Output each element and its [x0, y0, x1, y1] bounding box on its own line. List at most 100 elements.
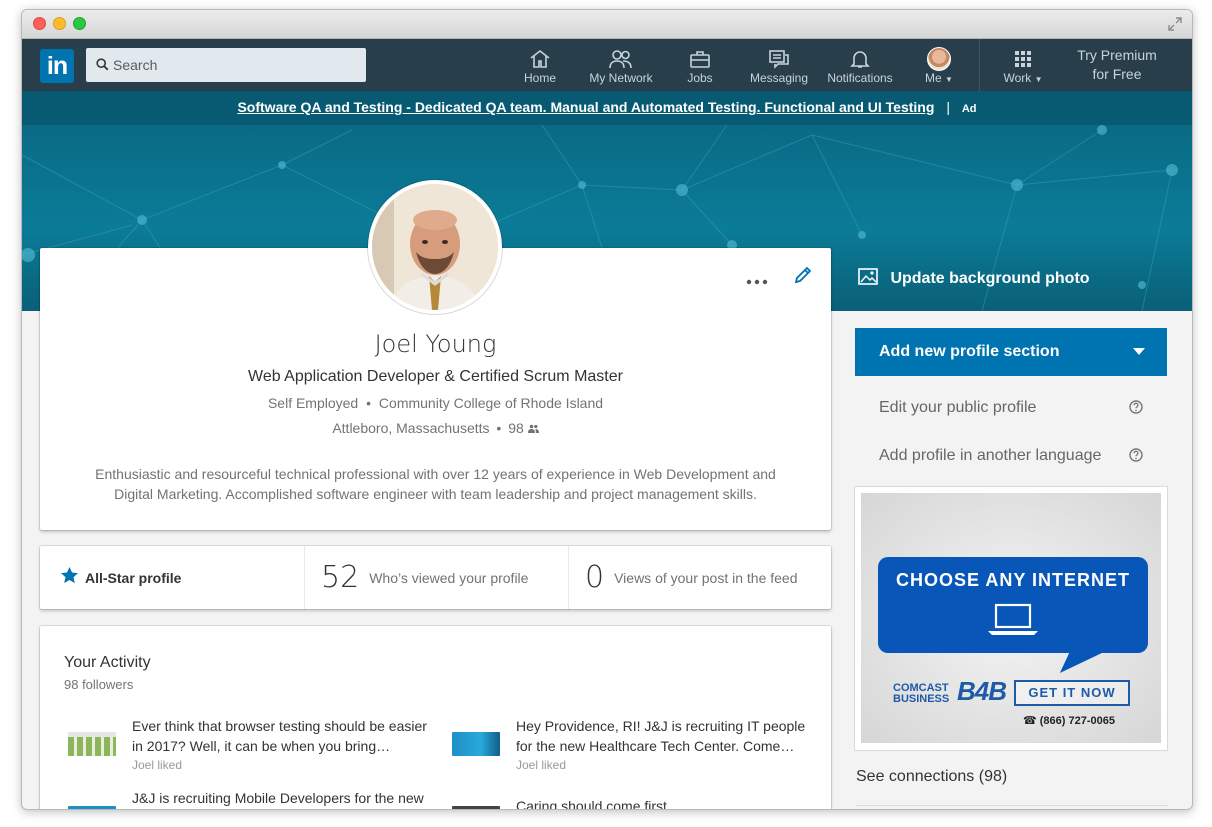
ad-speech-bubble: CHOOSE ANY INTERNET [878, 557, 1148, 653]
post-thumbnail [68, 732, 116, 756]
see-connections-link[interactable]: See connections (98) [856, 768, 1007, 786]
nav-home[interactable]: Home [510, 39, 570, 91]
chevron-down-icon: ▼ [1034, 75, 1043, 84]
caret-down-icon [1133, 348, 1145, 355]
ad-headline: CHOOSE ANY INTERNET [895, 570, 1131, 590]
search-input[interactable] [113, 48, 363, 82]
education-school[interactable]: Community College of Rhode Island [379, 395, 603, 411]
profile-summary[interactable]: Enthusiastic and resourceful technical p… [90, 464, 781, 504]
minimize-window-button[interactable] [53, 17, 66, 30]
nav-work-label: Work ▼ [1003, 71, 1043, 85]
ad-bubble-tail [1059, 651, 1107, 673]
add-profile-section-label: Add new profile section [879, 343, 1060, 360]
messaging-icon [768, 49, 790, 72]
post-text: Ever think that browser testing should b… [132, 718, 427, 754]
premium-line-1: Try Premium [1077, 47, 1157, 63]
profile-views-count: 52 [321, 560, 360, 595]
post-views-label: Views of your post in the feed [614, 569, 798, 586]
activity-post[interactable]: Hey Providence, RI! J&J is recruiting IT… [452, 716, 805, 776]
image-icon [858, 268, 878, 290]
briefcase-icon [689, 49, 711, 72]
post-thumbnail [68, 806, 116, 809]
help-icon[interactable] [1129, 400, 1143, 419]
profile-stats-card: All-Star profile 52 Who’s viewed your pr… [40, 546, 831, 609]
profile-headline: Web Application Developer & Certified Sc… [248, 368, 623, 385]
connections-count[interactable]: 98 [508, 420, 524, 436]
profile-photo-image [372, 184, 498, 310]
profile-views-label: Who’s viewed your profile [369, 569, 529, 586]
update-background-photo-button[interactable]: Update background photo [858, 268, 1090, 290]
post-meta: Joel liked [132, 758, 183, 772]
post-text: Hey Providence, RI! J&J is recruiting IT… [516, 718, 806, 754]
all-star-label: All-Star profile [85, 569, 182, 586]
search-box[interactable] [86, 48, 366, 82]
profile-views-stat[interactable]: 52 Who’s viewed your profile [304, 546, 568, 609]
help-icon[interactable] [1129, 448, 1143, 467]
chevron-down-icon: ▼ [945, 75, 953, 84]
network-icon [609, 49, 633, 72]
nav-home-label: Home [523, 71, 556, 85]
all-star-profile[interactable]: All-Star profile [40, 546, 304, 609]
profile-photo[interactable] [368, 180, 502, 314]
bullet-separator: • [366, 395, 372, 411]
post-text: Caring should come first [516, 798, 667, 810]
ad-strip-link[interactable]: Software QA and Testing - Dedicated QA t… [237, 99, 934, 115]
ad-creative: CHOOSE ANY INTERNET COMCAST BUSINESS B4B… [861, 493, 1161, 743]
home-icon [529, 49, 551, 72]
post-views-stat[interactable]: 0 Views of your post in the feed [568, 546, 831, 609]
edit-public-profile-link[interactable]: Edit your public profile [879, 399, 1149, 417]
activity-post[interactable]: Ever think that browser testing should b… [68, 716, 427, 776]
nav-notifications[interactable]: Notifications [822, 39, 898, 91]
more-options-icon[interactable] [746, 272, 768, 290]
post-views-count: 0 [585, 560, 605, 595]
comcast-business-logo: COMCAST BUSINESS [893, 683, 949, 705]
profile-location: Attleboro, Massachusetts [332, 420, 490, 436]
brand-line-2: BUSINESS [893, 693, 950, 705]
try-premium-link[interactable]: Try Premium for Free [1062, 46, 1172, 84]
nav-divider [979, 39, 980, 91]
nav-me[interactable]: Me ▼ [919, 39, 959, 91]
edit-pencil-icon[interactable] [792, 264, 814, 291]
post-thumbnail [452, 732, 500, 756]
activity-post[interactable]: J&J is recruiting Mobile Developers for … [68, 788, 424, 809]
ad-strip-separator: | [946, 99, 950, 115]
current-company[interactable]: Self Employed [268, 395, 358, 411]
profile-name: Joel Young [374, 330, 497, 358]
post-text: J&J is recruiting Mobile Developers for … [132, 790, 424, 806]
bullet-separator: • [496, 420, 502, 436]
followers-count[interactable]: 98 followers [64, 677, 133, 692]
activity-title: Your Activity [64, 654, 151, 671]
nav-jobs[interactable]: Jobs [674, 39, 726, 91]
avatar [927, 47, 951, 71]
close-window-button[interactable] [33, 17, 46, 30]
profile-location-line: Attleboro, Massachusetts • 98 [40, 420, 831, 436]
nav-work[interactable]: Work ▼ [998, 39, 1048, 91]
activity-post[interactable]: Caring should come first [452, 796, 797, 809]
linkedin-logo[interactable]: in [40, 49, 74, 83]
rail-divider [856, 805, 1168, 806]
nav-messaging[interactable]: Messaging [747, 39, 811, 91]
nav-jobs-label: Jobs [687, 71, 713, 85]
search-icon [96, 58, 109, 76]
zoom-window-button[interactable] [73, 17, 86, 30]
comcast-ad[interactable]: CHOOSE ANY INTERNET COMCAST BUSINESS B4B… [855, 487, 1167, 750]
b4b-logo: B4B [957, 676, 1007, 706]
premium-line-2: for Free [1092, 66, 1142, 82]
profile-affiliations: Self Employed • Community College of Rho… [40, 395, 831, 411]
ad-tag: Ad [961, 103, 977, 115]
bell-icon [850, 49, 870, 72]
nav-me-label: Me ▼ [925, 71, 953, 85]
ad-strip: Software QA and Testing - Dedicated QA t… [22, 91, 1192, 125]
add-language-profile-link[interactable]: Add profile in another language [879, 447, 1149, 465]
phone-icon: ☎ [1023, 715, 1037, 727]
update-background-label: Update background photo [890, 270, 1090, 288]
connections-icon [527, 420, 539, 436]
add-profile-section-button[interactable]: Add new profile section [855, 328, 1167, 376]
top-nav: in Home My Network Jobs [22, 39, 1192, 91]
ad-phone-number: ☎ (866) 727-0065 [1023, 714, 1115, 727]
fullscreen-icon[interactable] [1166, 15, 1184, 33]
nav-my-network[interactable]: My Network [583, 39, 659, 91]
get-it-now-button[interactable]: GET IT NOW [1014, 680, 1130, 706]
post-thumbnail [452, 806, 500, 809]
nav-notifications-label: Notifications [827, 71, 893, 85]
